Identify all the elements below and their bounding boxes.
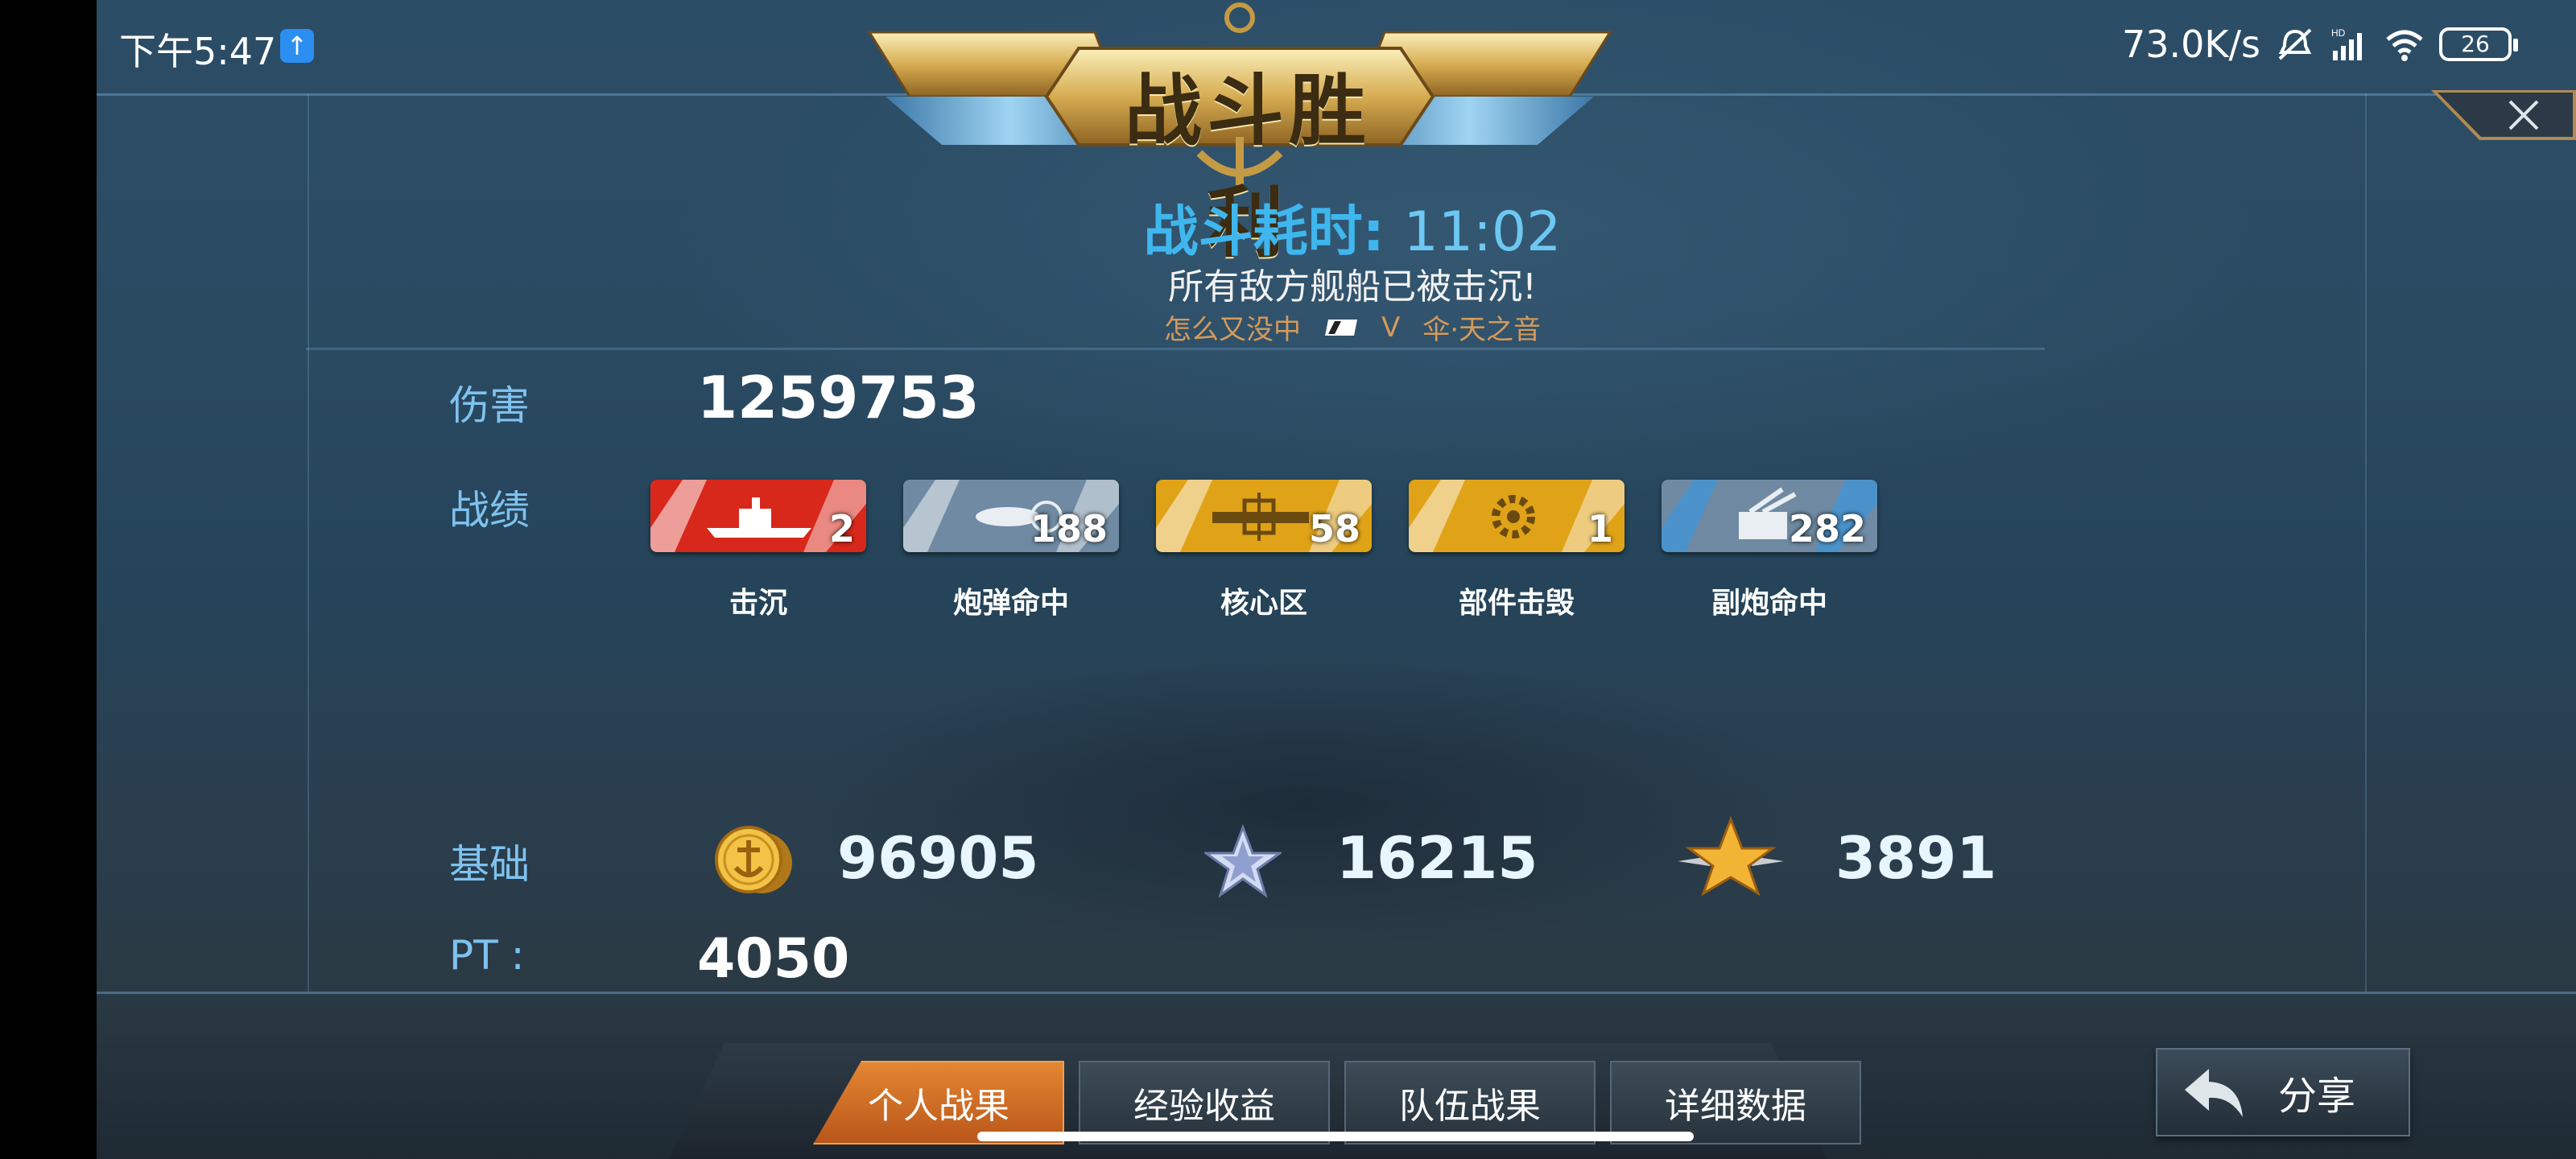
status-time: 下午5:47 <box>119 30 277 73</box>
badge-count: 188 <box>1030 507 1108 551</box>
victory-banner: 战斗胜利 <box>853 0 1626 268</box>
frame-line-right <box>2365 93 2367 992</box>
svg-text:HD: HD <box>2331 27 2346 39</box>
frame-line-mid <box>306 348 2045 350</box>
player-right-name: 伞·天之音 <box>1422 314 1542 346</box>
tab-label: 个人战果 <box>868 1086 1009 1127</box>
status-right-group: 73.0K/s HD 26 <box>2121 23 2518 66</box>
left-black-bar <box>0 0 97 1159</box>
badge-label: 击沉 <box>729 587 787 620</box>
share-button[interactable]: 分享 <box>2156 1048 2410 1136</box>
close-button[interactable] <box>2431 90 2576 140</box>
battery-icon: 26 <box>2439 27 2518 61</box>
share-arrow-icon <box>2185 1069 2243 1117</box>
tab-label: 经验收益 <box>1133 1086 1275 1127</box>
damage-value: 1259753 <box>697 364 980 431</box>
badge-sink[interactable]: 2 <box>650 480 866 552</box>
duration-label: 战斗耗时: <box>1143 200 1385 264</box>
result-message: 所有敌方舰船已被击沉! <box>1168 266 1537 307</box>
mute-bell-icon <box>2278 28 2312 60</box>
badge-label: 核心区 <box>1220 587 1307 620</box>
share-label: 分享 <box>2278 1074 2356 1119</box>
home-indicator[interactable] <box>977 1132 1694 1141</box>
badge-count: 2 <box>828 507 855 551</box>
wifi-icon <box>2386 30 2423 61</box>
frame-line-bottom <box>97 992 2576 994</box>
badge-parts-destroyed[interactable]: 1 <box>1409 480 1624 552</box>
hd-signal-icon: HD <box>2331 27 2362 60</box>
damage-label: 伤害 <box>449 382 530 429</box>
close-icon <box>2431 90 2576 140</box>
pt-label: PT : <box>449 932 525 979</box>
coin-amount: 96905 <box>837 824 1039 892</box>
badge-count: 58 <box>1308 507 1360 551</box>
upload-arrow-icon: ↑ <box>280 29 314 63</box>
battle-duration: 战斗耗时: 11:02 <box>1046 187 1658 266</box>
frame-line-left <box>308 93 309 992</box>
gold-coin-icon <box>715 826 792 893</box>
player-vs-row: 怎么又没中 V 伞·天之音 <box>1046 307 1658 347</box>
tab-label: 详细数据 <box>1665 1086 1806 1127</box>
badge-label: 部件击毁 <box>1458 587 1575 620</box>
pt-value: 4050 <box>697 927 850 991</box>
flag-icon <box>1324 319 1357 336</box>
player-left-name: 怎么又没中 <box>1163 314 1301 346</box>
exp-amount: 16215 <box>1336 824 1538 892</box>
badge-label: 副炮命中 <box>1711 587 1827 620</box>
badge-label: 炮弹命中 <box>952 587 1069 620</box>
base-label: 基础 <box>449 841 530 888</box>
duration-value: 11:02 <box>1403 200 1562 264</box>
badge-core-zone[interactable]: 58 <box>1156 480 1372 552</box>
badge-count: 1 <box>1587 507 1613 551</box>
gold-star-amount: 3891 <box>1835 824 1997 892</box>
badge-secondary-hits[interactable]: 282 <box>1662 480 1877 552</box>
badge-count: 282 <box>1788 507 1866 551</box>
vs-text: V <box>1381 311 1401 344</box>
net-speed: 73.0K/s <box>2121 23 2260 66</box>
exp-star-icon <box>1204 824 1282 898</box>
badge-shell-hits[interactable]: 188 <box>903 480 1119 552</box>
gold-star-icon <box>1678 816 1784 897</box>
record-label: 战绩 <box>449 487 530 534</box>
tab-label: 队伍战果 <box>1399 1086 1541 1127</box>
